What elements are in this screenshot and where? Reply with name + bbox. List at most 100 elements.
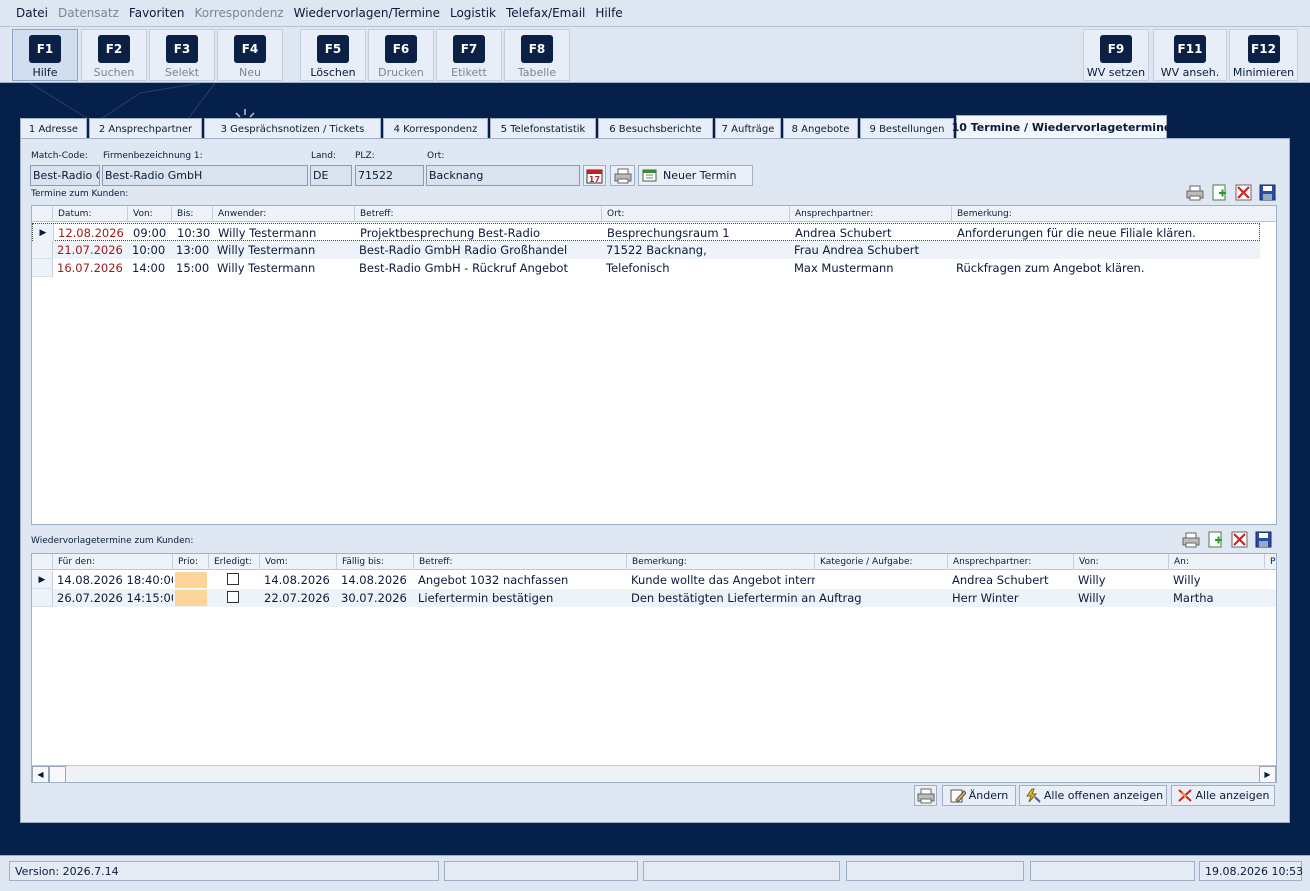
tab-10[interactable]: 10 Termine / Wiedervorlagetermine: [952, 115, 1171, 139]
wv-cell: Willy: [1078, 573, 1106, 587]
tab-1[interactable]: 1 Adresse: [20, 118, 87, 139]
termine-row[interactable]: 21.07.2026 10:00 13:00 Willy Testermann Best…: [32, 241, 1260, 259]
fkey-button-f8[interactable]: F8 Tabelle: [504, 29, 570, 81]
printer-icon: [614, 168, 631, 183]
tab-2[interactable]: 2 Ansprechpartner: [89, 118, 202, 139]
row-selector[interactable]: [32, 589, 53, 607]
tab-4[interactable]: 4 Korrespondenz: [383, 118, 488, 139]
tab-6[interactable]: 6 Besuchsberichte: [598, 118, 713, 139]
termine-cell: Projektbesprechung Best-Radio: [360, 226, 540, 240]
termine-delete-button[interactable]: [1234, 183, 1253, 202]
wv-cell: [1265, 571, 1276, 589]
termine-col-header[interactable]: Datum:: [53, 206, 128, 222]
wv-delete-button[interactable]: [1230, 530, 1249, 549]
horizontal-scrollbar[interactable]: ◀ ▶: [32, 765, 1276, 782]
fkey-button-f5[interactable]: F5 Löschen: [300, 29, 366, 81]
erledigt-checkbox[interactable]: [227, 573, 239, 585]
plz-field[interactable]: 71522: [355, 165, 424, 186]
tab-5[interactable]: 5 Telefonstatistik: [490, 118, 596, 139]
termine-col-header[interactable]: Betreff:: [355, 206, 602, 222]
menu-item-telefax-email[interactable]: Telefax/Email: [506, 6, 585, 20]
wv-print-button[interactable]: [1181, 530, 1200, 549]
alle-anzeigen-button[interactable]: Alle anzeigen: [1171, 785, 1275, 806]
termine-print-button[interactable]: [1185, 183, 1204, 202]
termine-col-header[interactable]: Bis:: [172, 206, 213, 222]
menu-item-korrespondenz[interactable]: Korrespondenz: [194, 6, 283, 20]
wv-col-header[interactable]: Prio:: [173, 554, 209, 570]
land-label: Land:: [311, 151, 336, 161]
wv-row[interactable]: 26.07.2026 14:15:00 22.07.2026 30.07.2026 L…: [32, 589, 1276, 607]
termine-col-header[interactable]: Ort:: [602, 206, 790, 222]
termine-row[interactable]: ▶ 12.08.2026 09:00 10:30 Willy Testermann Pro…: [32, 223, 1260, 242]
fkey-button-f7[interactable]: F7 Etikett: [436, 29, 502, 81]
menu-item-datensatz[interactable]: Datensatz: [58, 6, 119, 20]
tab-9[interactable]: 9 Bestellungen: [860, 118, 954, 139]
fkey-button-f3[interactable]: F3 Selekt: [149, 29, 215, 81]
wv-col-header[interactable]: Betreff:: [414, 554, 627, 570]
fkey-button-f1[interactable]: F1 Hilfe: [12, 29, 78, 81]
aendern-button[interactable]: Ändern: [942, 785, 1016, 806]
fkey-button-f4[interactable]: F4 Neu: [217, 29, 283, 81]
fkey-button-f9[interactable]: F9 WV setzen: [1083, 29, 1149, 81]
menu-item-logistik[interactable]: Logistik: [450, 6, 496, 20]
tab-8[interactable]: 8 Angebote: [783, 118, 858, 139]
wv-col-header[interactable]: Von:: [1074, 554, 1169, 570]
wv-new-button[interactable]: [1206, 530, 1225, 549]
land-field[interactable]: DE: [310, 165, 352, 186]
calendar-button[interactable]: 17: [583, 165, 606, 186]
match-code-field[interactable]: Best-Radio Gr: [30, 165, 100, 186]
termine-row[interactable]: 16.07.2026 14:00 15:00 Willy Testermann Best…: [32, 259, 1260, 277]
wv-col-header[interactable]: Bemerkung:: [627, 554, 815, 570]
fkey-button-f11[interactable]: F11 WV anseh.: [1153, 29, 1227, 81]
wv-col-header[interactable]: An:: [1169, 554, 1265, 570]
wv-col-header[interactable]: P: [1265, 554, 1276, 570]
fkey-button-f6[interactable]: F6 Drucken: [368, 29, 434, 81]
row-selector[interactable]: [32, 259, 53, 277]
termine-col-header[interactable]: Anwender:: [213, 206, 355, 222]
termine-col-header[interactable]: Bemerkung:: [952, 206, 1276, 222]
priority-cell[interactable]: [175, 590, 207, 606]
fkey-badge: F3: [166, 35, 198, 63]
termine-new-button[interactable]: [1210, 183, 1229, 202]
scroll-left-arrow[interactable]: ◀: [32, 766, 49, 782]
fkey-badge: F4: [234, 35, 266, 63]
priority-cell[interactable]: [175, 572, 207, 588]
wv-cell: [815, 571, 948, 589]
new-document-icon: [1212, 184, 1226, 201]
scroll-thumb[interactable]: [49, 766, 66, 782]
row-selector[interactable]: ▶: [32, 571, 53, 589]
wv-col-header[interactable]: Ansprechpartner:: [948, 554, 1074, 570]
erledigt-checkbox[interactable]: [227, 591, 239, 603]
fkey-button-f2[interactable]: F2 Suchen: [81, 29, 147, 81]
menu-item-favoriten[interactable]: Favoriten: [129, 6, 185, 20]
row-selector[interactable]: [32, 241, 53, 259]
firmenbezeichnung-field[interactable]: Best-Radio GmbH: [102, 165, 308, 186]
wv-cell: 22.07.2026: [264, 591, 330, 605]
tab-3[interactable]: 3 Gesprächsnotizen / Tickets: [204, 118, 381, 139]
termine-col-header[interactable]: Ansprechpartner:: [790, 206, 952, 222]
menu-item-wiedervorlagen-termine[interactable]: Wiedervorlagen/Termine: [294, 6, 440, 20]
neuer-termin-button[interactable]: Neuer Termin: [638, 165, 753, 186]
wv-row[interactable]: ▶ 14.08.2026 18:40:00 14.08.2026 14.08.2026…: [32, 571, 1276, 589]
termine-col-header[interactable]: Von:: [128, 206, 172, 222]
header-corner: [32, 206, 53, 222]
termine-save-button[interactable]: [1258, 183, 1277, 202]
tab-7[interactable]: 7 Aufträge: [715, 118, 781, 139]
wv-save-button[interactable]: [1254, 530, 1273, 549]
wv-col-header[interactable]: Fällig bis:: [337, 554, 414, 570]
ort-label: Ort:: [427, 151, 445, 161]
wv-col-header[interactable]: Erledigt:: [209, 554, 260, 570]
alle-offenen-button[interactable]: Alle offenen anzeigen: [1019, 785, 1167, 806]
scroll-right-arrow[interactable]: ▶: [1259, 766, 1276, 782]
wv-col-header[interactable]: Kategorie / Aufgabe:: [815, 554, 948, 570]
wv-bottom-print-button[interactable]: [914, 785, 937, 806]
wv-col-header[interactable]: Vom:: [260, 554, 337, 570]
fkey-button-f12[interactable]: F12 Minimieren: [1229, 29, 1298, 81]
print-button[interactable]: [610, 165, 635, 186]
ort-field[interactable]: Backnang: [426, 165, 580, 186]
wv-col-header[interactable]: Für den:: [53, 554, 173, 570]
row-selector[interactable]: ▶: [33, 224, 54, 242]
menu-item-hilfe[interactable]: Hilfe: [595, 6, 622, 20]
menu-item-datei[interactable]: Datei: [16, 6, 48, 20]
termine-cell: Frau Andrea Schubert: [794, 243, 920, 257]
